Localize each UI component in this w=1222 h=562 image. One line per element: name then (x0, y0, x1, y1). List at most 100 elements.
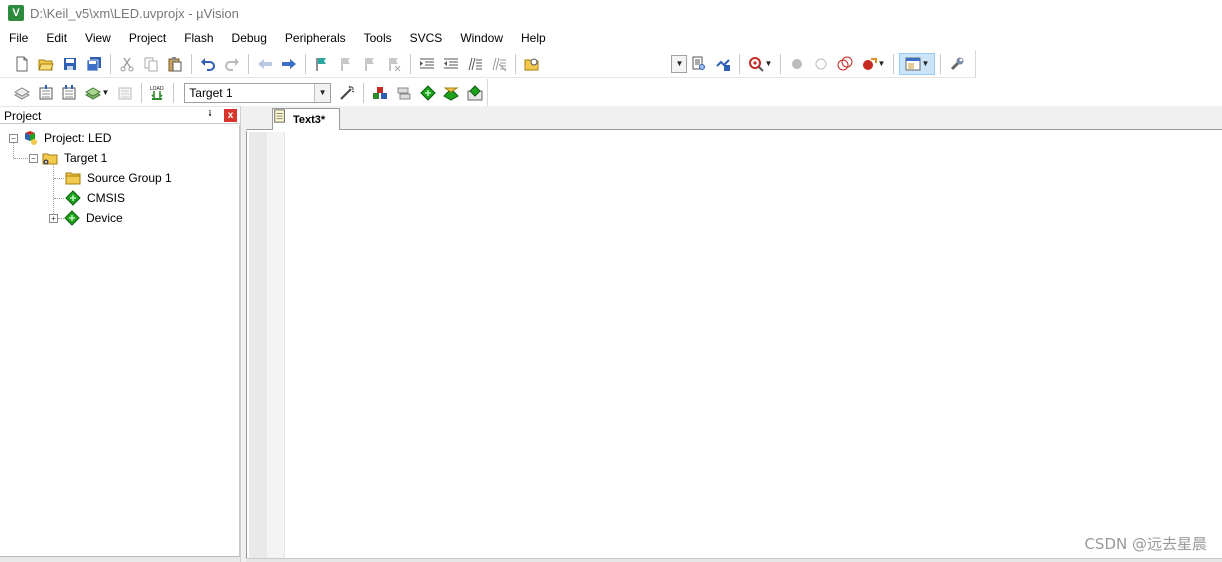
undo-icon (201, 57, 215, 71)
toolbar-separator (248, 53, 249, 74)
software-packs-button[interactable] (464, 82, 486, 104)
navigate-back-button[interactable] (254, 53, 276, 75)
toolbar-separator (410, 53, 411, 74)
find-combo-dropdown[interactable]: ▼ (671, 54, 687, 73)
menu-project[interactable]: Project (119, 28, 174, 48)
menu-flash[interactable]: Flash (174, 28, 221, 48)
cut-button[interactable] (116, 53, 138, 75)
tree-item-cmsis[interactable]: CMSIS (60, 188, 125, 208)
undo-button[interactable] (197, 53, 219, 75)
manage-rte-button[interactable] (417, 82, 439, 104)
project-panel-bottom-tabs[interactable] (0, 556, 244, 562)
translate-icon (13, 86, 30, 100)
kill-all-breakpoints-button[interactable]: ▼ (858, 53, 888, 75)
disable-all-breakpoints-button[interactable] (834, 53, 856, 75)
tree-item-project[interactable]: − Project: LED (9, 128, 111, 148)
chevron-down-icon: ▼ (877, 59, 886, 68)
menu-tools[interactable]: Tools (354, 28, 400, 48)
menu-window[interactable]: Window (450, 28, 511, 48)
tree-item-source-group[interactable]: Source Group 1 (60, 168, 172, 188)
stop-build-button[interactable] (114, 82, 136, 104)
insert-bookmark-button[interactable] (311, 53, 333, 75)
find-button[interactable] (688, 53, 710, 75)
enable-breakpoint-button[interactable] (810, 53, 832, 75)
download-button[interactable]: LOAD (147, 82, 169, 104)
navigate-forward-button[interactable] (278, 53, 300, 75)
paste-button[interactable] (164, 53, 186, 75)
toolbar-separator (363, 82, 365, 103)
stop-build-icon (118, 87, 132, 99)
save-button[interactable] (59, 53, 81, 75)
copy-icon (144, 57, 158, 71)
configure-button[interactable] (946, 53, 968, 75)
tree-item-target[interactable]: − Target 1 (29, 148, 107, 168)
new-file-button[interactable] (11, 53, 33, 75)
indent-button[interactable] (416, 53, 438, 75)
tree-item-device[interactable]: + Device (49, 208, 123, 228)
project-tree: − Project: LED − Target 1 Source Group 1… (0, 125, 240, 557)
save-all-icon (86, 56, 101, 71)
menu-svcs[interactable]: SVCS (400, 28, 451, 48)
prev-bookmark-button[interactable] (335, 53, 357, 75)
menu-peripherals[interactable]: Peripherals (275, 28, 354, 48)
build-toolbar: ▼ LOAD Target 1 ▼ (0, 79, 488, 107)
pack-installer-button[interactable] (441, 82, 463, 104)
build-button[interactable] (35, 82, 57, 104)
collapse-icon[interactable]: − (29, 153, 38, 163)
paste-icon (168, 56, 182, 71)
toolbar-separator (191, 53, 192, 74)
comment-button[interactable] (464, 53, 486, 75)
menu-file[interactable]: File (0, 28, 36, 48)
next-bookmark-button[interactable] (359, 53, 381, 75)
collapse-icon[interactable]: − (9, 133, 18, 143)
save-all-button[interactable] (83, 53, 105, 75)
debug-magnifier-icon (748, 56, 764, 72)
expand-icon[interactable]: + (49, 213, 58, 223)
window-layout-button[interactable]: ▼ (899, 52, 935, 75)
code-editor[interactable] (246, 131, 1222, 562)
title-bar: V D:\Keil_v5\xm\LED.uvprojx - µVision (0, 0, 1222, 26)
incremental-find-button[interactable] (712, 53, 734, 75)
chevron-down-icon: ▼ (101, 88, 110, 97)
copy-button[interactable] (140, 53, 162, 75)
pin-icon[interactable]: ⭭ (204, 109, 216, 121)
project-panel-header: Project ⭭ x (0, 108, 240, 124)
translate-button[interactable] (11, 82, 33, 104)
tree-label: Source Group 1 (87, 171, 172, 185)
menu-edit[interactable]: Edit (36, 28, 75, 48)
target-select[interactable]: Target 1 ▼ (184, 82, 331, 103)
breakpoint-margin[interactable] (249, 132, 267, 558)
debug-session-button[interactable]: ▼ (745, 53, 775, 75)
clear-bookmarks-button[interactable] (383, 53, 405, 75)
select-packs-button[interactable] (393, 82, 415, 104)
horizontal-scrollbar[interactable] (246, 558, 1222, 562)
rebuild-button[interactable] (58, 82, 80, 104)
toolbar-separator (110, 53, 111, 74)
breakpoint-outline-icon (815, 58, 827, 69)
toolbar-separator (515, 53, 516, 74)
target-folder-icon (42, 150, 58, 166)
tab-text3[interactable]: Text3* (272, 108, 340, 130)
manage-project-items-button[interactable] (369, 82, 391, 104)
editor-tab-strip: Text3* (246, 106, 1222, 130)
menu-debug[interactable]: Debug (222, 28, 275, 48)
window-title: D:\Keil_v5\xm\LED.uvprojx - µVision (30, 5, 239, 21)
comment-icon (468, 57, 482, 70)
redo-button[interactable] (221, 53, 243, 75)
close-icon[interactable]: x (224, 109, 237, 122)
cut-icon (120, 57, 134, 71)
open-file-button[interactable] (35, 53, 57, 75)
insert-breakpoint-button[interactable] (786, 53, 808, 75)
file-toolbar: ▼ ▼ ▼ ▼ (0, 50, 976, 78)
menu-view[interactable]: View (75, 28, 119, 48)
incremental-find-icon (716, 58, 730, 71)
find-in-files-button[interactable] (521, 53, 543, 75)
batch-build-button[interactable]: ▼ (82, 82, 112, 104)
tab-label: Text3* (293, 113, 326, 126)
text-file-icon (274, 108, 285, 123)
target-options-button[interactable] (337, 82, 359, 104)
menu-help[interactable]: Help (511, 28, 554, 48)
unindent-button[interactable] (440, 53, 462, 75)
redo-icon (225, 57, 239, 71)
uncomment-button[interactable] (488, 53, 510, 75)
